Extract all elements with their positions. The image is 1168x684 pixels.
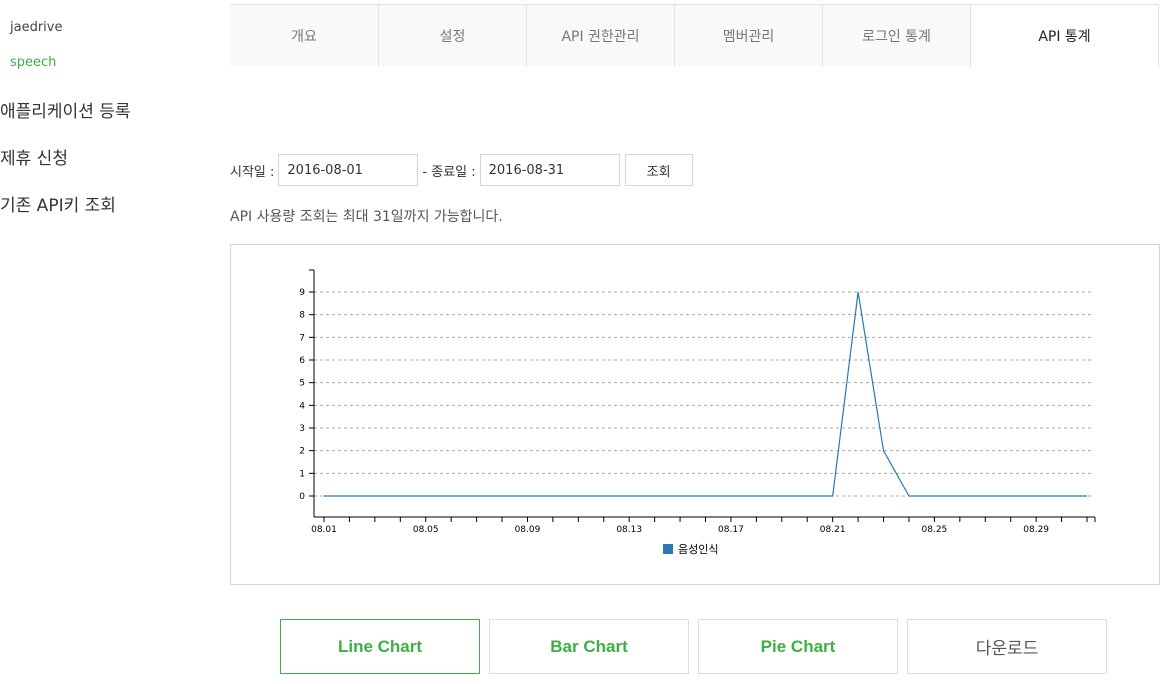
y-tick-label: 8 bbox=[299, 311, 305, 321]
sidebar-link-existing-api-key[interactable]: 기존 API키 조회 bbox=[0, 191, 116, 216]
tab-bar: 개요 설정 API 권한관리 멤버관리 로그인 통계 API 통계 bbox=[230, 4, 1159, 67]
y-tick-label: 1 bbox=[299, 469, 305, 479]
tab-api-stats[interactable]: API 통계 bbox=[970, 4, 1159, 67]
x-tick-label: 08.17 bbox=[718, 525, 744, 535]
sidebar-link-register-app[interactable]: 애플리케이션 등록 bbox=[0, 97, 131, 122]
series-line bbox=[324, 291, 1087, 497]
y-tick-label: 0 bbox=[299, 492, 305, 502]
query-button[interactable]: 조회 bbox=[624, 154, 693, 186]
end-date-label: - 종료일 : bbox=[422, 164, 476, 180]
pie-chart-button[interactable]: Pie Chart bbox=[698, 619, 898, 674]
tab-api-permissions[interactable]: API 권한관리 bbox=[526, 4, 674, 66]
y-tick-label: 9 bbox=[299, 288, 305, 298]
tab-members[interactable]: 멤버관리 bbox=[674, 4, 822, 66]
x-tick-label: 08.13 bbox=[616, 525, 642, 535]
line-chart-button[interactable]: Line Chart bbox=[280, 619, 480, 674]
sidebar-link-partnership[interactable]: 제휴 신청 bbox=[0, 144, 68, 169]
legend-swatch bbox=[663, 544, 673, 554]
x-tick-label: 08.29 bbox=[1023, 525, 1049, 535]
x-tick-label: 08.21 bbox=[820, 525, 846, 535]
y-tick-label: 4 bbox=[299, 401, 305, 411]
line-chart: 0 1 2 3 4 5 6 7 8 9 08.01 08.05 08.09 08.13 08.17 08.21… bbox=[299, 269, 1096, 556]
x-tick-label: 08.05 bbox=[413, 525, 439, 535]
y-tick-label: 6 bbox=[299, 356, 305, 366]
start-date-label: 시작일 : bbox=[230, 164, 275, 180]
chart-panel: 0 1 2 3 4 5 6 7 8 9 08.01 08.05 08.09 08.13 08.17 08.21… bbox=[230, 244, 1160, 585]
app-name: jaedrive bbox=[10, 20, 63, 35]
start-date-input[interactable] bbox=[278, 154, 419, 186]
tab-settings[interactable]: 설정 bbox=[378, 4, 526, 66]
x-tick-label: 08.25 bbox=[922, 525, 948, 535]
bar-chart-button[interactable]: Bar Chart bbox=[489, 619, 689, 674]
tab-overview[interactable]: 개요 bbox=[230, 4, 378, 66]
legend-label: 음성인식 bbox=[678, 543, 718, 556]
download-button[interactable]: 다운로드 bbox=[907, 619, 1107, 674]
x-tick-label: 08.09 bbox=[515, 525, 541, 535]
y-tick-label: 5 bbox=[299, 379, 305, 389]
tab-login-stats[interactable]: 로그인 통계 bbox=[822, 4, 970, 66]
y-tick-label: 7 bbox=[299, 333, 305, 343]
end-date-input[interactable] bbox=[479, 154, 620, 186]
date-filter: 시작일 : - 종료일 : 조회 bbox=[230, 154, 693, 186]
x-tick-label: 08.01 bbox=[311, 525, 337, 535]
y-tick-label: 2 bbox=[299, 447, 305, 457]
app-subtitle: speech bbox=[10, 55, 57, 70]
notice-text: API 사용량 조회는 최대 31일까지 가능합니다. bbox=[230, 209, 503, 225]
y-tick-label: 3 bbox=[299, 424, 305, 434]
